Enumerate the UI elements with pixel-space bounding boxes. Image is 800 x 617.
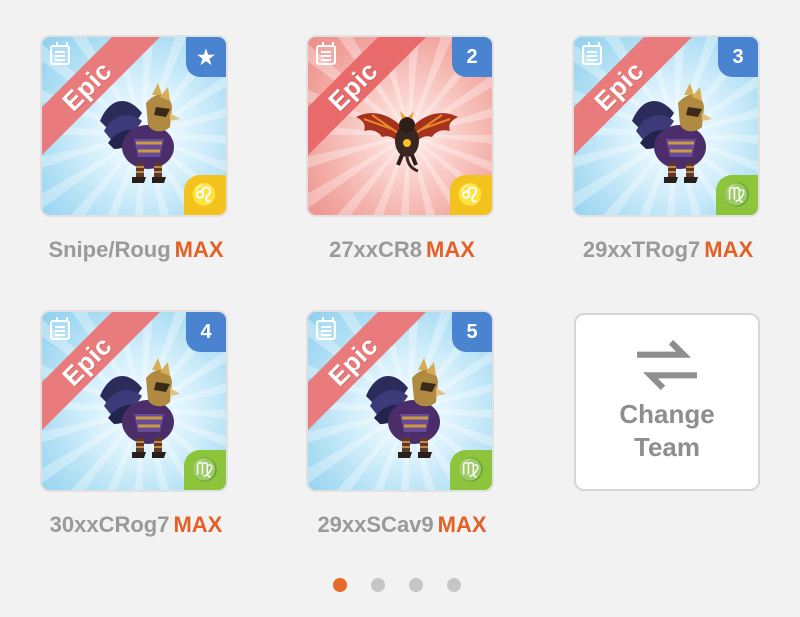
level-max-badge: MAX xyxy=(437,512,487,537)
team-position-badge: 4 xyxy=(186,312,226,352)
page-dot-3[interactable] xyxy=(409,578,423,592)
monster-card[interactable]: Epic 2 ♌ xyxy=(306,35,494,217)
monster-card[interactable]: Epic 3 ♍ xyxy=(572,35,760,217)
team-slot[interactable]: Epic ★ ♌ Snipe/Roug MAX xyxy=(40,35,232,285)
change-team-button[interactable]: Change Team xyxy=(574,313,760,491)
calendar-icon xyxy=(582,42,602,65)
monster-card[interactable]: Epic 5 ♍ xyxy=(306,310,494,492)
calendar-icon xyxy=(50,317,70,340)
calendar-icon xyxy=(50,42,70,65)
change-team-label: Change Team xyxy=(619,399,715,462)
page-dot-2[interactable] xyxy=(371,578,385,592)
monster-card[interactable]: Epic 4 ♍ xyxy=(40,310,228,492)
leader-star-icon: ★ xyxy=(186,37,226,77)
page-dot-4[interactable] xyxy=(447,578,461,592)
monster-card[interactable]: Epic ★ ♌ xyxy=(40,35,228,217)
page-dot-1[interactable] xyxy=(333,578,347,592)
monster-name: 27xxCR8 MAX xyxy=(329,237,475,262)
virgo-sign-icon: ♍ xyxy=(716,175,758,215)
monster-name: Snipe/Roug MAX xyxy=(48,237,224,262)
monster-name: 29xxTRog7 MAX xyxy=(582,237,754,262)
team-slot[interactable]: Epic 3 ♍ 29xxTRog7 MAX xyxy=(572,35,764,285)
team-slot[interactable]: Epic 2 ♌ 27xxCR8 MAX xyxy=(306,35,498,285)
team-position-badge: 3 xyxy=(718,37,758,77)
leo-sign-icon: ♌ xyxy=(184,175,226,215)
team-slot[interactable]: Epic 5 ♍ 29xxSCav9 MAX xyxy=(306,310,498,560)
level-max-badge: MAX xyxy=(174,237,224,262)
monster-name: 30xxCRog7 MAX xyxy=(49,512,223,537)
page-indicator[interactable] xyxy=(333,578,461,592)
team-position-badge: 5 xyxy=(452,312,492,352)
level-max-badge: MAX xyxy=(173,512,223,537)
level-max-badge: MAX xyxy=(426,237,475,262)
team-position-badge: 2 xyxy=(452,37,492,77)
leo-sign-icon: ♌ xyxy=(450,175,492,215)
virgo-sign-icon: ♍ xyxy=(184,450,226,490)
calendar-icon xyxy=(316,317,336,340)
monster-name: 29xxSCav9 MAX xyxy=(317,512,487,537)
level-max-badge: MAX xyxy=(704,237,754,262)
team-slot[interactable]: Epic 4 ♍ 30xxCRog7 MAX xyxy=(40,310,232,560)
calendar-icon xyxy=(316,42,336,65)
virgo-sign-icon: ♍ xyxy=(450,450,492,490)
swap-arrows-icon xyxy=(636,340,698,390)
